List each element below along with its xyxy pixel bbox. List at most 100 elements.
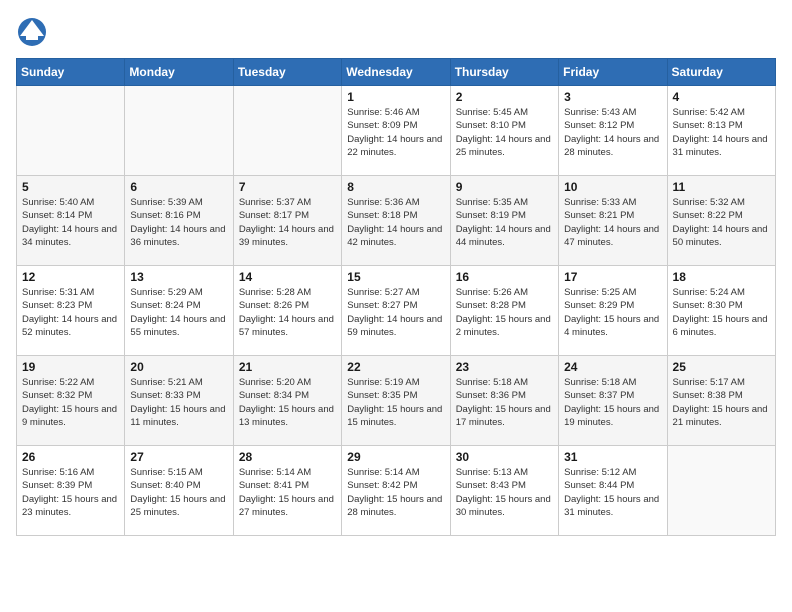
day-cell-1: 1 Sunrise: 5:46 AMSunset: 8:09 PMDaylight… xyxy=(342,86,450,176)
day-info: Sunrise: 5:28 AMSunset: 8:26 PMDaylight:… xyxy=(239,286,336,339)
day-cell-26: 26 Sunrise: 5:16 AMSunset: 8:39 PMDayligh… xyxy=(17,446,125,536)
day-cell-31: 31 Sunrise: 5:12 AMSunset: 8:44 PMDayligh… xyxy=(559,446,667,536)
day-cell-23: 23 Sunrise: 5:18 AMSunset: 8:36 PMDayligh… xyxy=(450,356,558,446)
day-cell-21: 21 Sunrise: 5:20 AMSunset: 8:34 PMDayligh… xyxy=(233,356,341,446)
empty-cell xyxy=(233,86,341,176)
day-number: 12 xyxy=(22,270,119,284)
day-info: Sunrise: 5:40 AMSunset: 8:14 PMDaylight:… xyxy=(22,196,119,249)
day-info: Sunrise: 5:22 AMSunset: 8:32 PMDaylight:… xyxy=(22,376,119,429)
day-number: 3 xyxy=(564,90,661,104)
day-header-friday: Friday xyxy=(559,59,667,86)
day-number: 16 xyxy=(456,270,553,284)
day-info: Sunrise: 5:39 AMSunset: 8:16 PMDaylight:… xyxy=(130,196,227,249)
day-cell-28: 28Sunrise: 5:14 AMSunset: 8:41 PMDayligh… xyxy=(233,446,341,536)
day-number: 14 xyxy=(239,270,336,284)
day-cell-4: 4 Sunrise: 5:42 AMSunset: 8:13 PMDaylight… xyxy=(667,86,775,176)
day-number: 24 xyxy=(564,360,661,374)
day-info: Sunrise: 5:14 AMSunset: 8:42 PMDaylight:… xyxy=(347,466,444,519)
day-cell-17: 17 Sunrise: 5:25 AMSunset: 8:29 PMDayligh… xyxy=(559,266,667,356)
day-info: Sunrise: 5:19 AMSunset: 8:35 PMDaylight:… xyxy=(347,376,444,429)
day-number: 17 xyxy=(564,270,661,284)
day-info: Sunrise: 5:12 AMSunset: 8:44 PMDaylight:… xyxy=(564,466,661,519)
day-number: 15 xyxy=(347,270,444,284)
day-cell-14: 14 Sunrise: 5:28 AMSunset: 8:26 PMDayligh… xyxy=(233,266,341,356)
day-info: Sunrise: 5:37 AMSunset: 8:17 PMDaylight:… xyxy=(239,196,336,249)
day-info: Sunrise: 5:42 AMSunset: 8:13 PMDaylight:… xyxy=(673,106,770,159)
day-info: Sunrise: 5:35 AMSunset: 8:19 PMDaylight:… xyxy=(456,196,553,249)
day-cell-19: 19 Sunrise: 5:22 AMSunset: 8:32 PMDayligh… xyxy=(17,356,125,446)
day-cell-9: 9 Sunrise: 5:35 AMSunset: 8:19 PMDaylight… xyxy=(450,176,558,266)
day-info: Sunrise: 5:15 AMSunset: 8:40 PMDaylight:… xyxy=(130,466,227,519)
day-info: Sunrise: 5:21 AMSunset: 8:33 PMDaylight:… xyxy=(130,376,227,429)
day-cell-25: 25 Sunrise: 5:17 AMSunset: 8:38 PMDayligh… xyxy=(667,356,775,446)
day-info: Sunrise: 5:27 AMSunset: 8:27 PMDaylight:… xyxy=(347,286,444,339)
page-header xyxy=(16,16,776,48)
day-info: Sunrise: 5:18 AMSunset: 8:37 PMDaylight:… xyxy=(564,376,661,429)
day-number: 1 xyxy=(347,90,444,104)
week-row-2: 5 Sunrise: 5:40 AMSunset: 8:14 PMDaylight… xyxy=(17,176,776,266)
day-number: 19 xyxy=(22,360,119,374)
day-number: 5 xyxy=(22,180,119,194)
day-info: Sunrise: 5:25 AMSunset: 8:29 PMDaylight:… xyxy=(564,286,661,339)
day-number: 22 xyxy=(347,360,444,374)
day-number: 6 xyxy=(130,180,227,194)
day-number: 26 xyxy=(22,450,119,464)
day-info: Sunrise: 5:45 AMSunset: 8:10 PMDaylight:… xyxy=(456,106,553,159)
day-cell-12: 12 Sunrise: 5:31 AMSunset: 8:23 PMDayligh… xyxy=(17,266,125,356)
day-info: Sunrise: 5:32 AMSunset: 8:22 PMDaylight:… xyxy=(673,196,770,249)
day-header-wednesday: Wednesday xyxy=(342,59,450,86)
day-info: Sunrise: 5:14 AMSunset: 8:41 PMDaylight:… xyxy=(239,466,336,519)
day-cell-6: 6 Sunrise: 5:39 AMSunset: 8:16 PMDaylight… xyxy=(125,176,233,266)
week-row-1: 1 Sunrise: 5:46 AMSunset: 8:09 PMDaylight… xyxy=(17,86,776,176)
day-info: Sunrise: 5:20 AMSunset: 8:34 PMDaylight:… xyxy=(239,376,336,429)
calendar-header-row: SundayMondayTuesdayWednesdayThursdayFrid… xyxy=(17,59,776,86)
day-cell-15: 15 Sunrise: 5:27 AMSunset: 8:27 PMDayligh… xyxy=(342,266,450,356)
day-cell-30: 30Sunrise: 5:13 AMSunset: 8:43 PMDayligh… xyxy=(450,446,558,536)
day-header-saturday: Saturday xyxy=(667,59,775,86)
day-number: 25 xyxy=(673,360,770,374)
day-cell-24: 24 Sunrise: 5:18 AMSunset: 8:37 PMDayligh… xyxy=(559,356,667,446)
day-info: Sunrise: 5:29 AMSunset: 8:24 PMDaylight:… xyxy=(130,286,227,339)
day-cell-18: 18Sunrise: 5:24 AMSunset: 8:30 PMDayligh… xyxy=(667,266,775,356)
day-number: 7 xyxy=(239,180,336,194)
day-number: 20 xyxy=(130,360,227,374)
day-info: Sunrise: 5:46 AMSunset: 8:09 PMDaylight:… xyxy=(347,106,444,159)
day-number: 29 xyxy=(347,450,444,464)
day-number: 10 xyxy=(564,180,661,194)
logo xyxy=(16,16,52,48)
day-number: 11 xyxy=(673,180,770,194)
day-info: Sunrise: 5:31 AMSunset: 8:23 PMDaylight:… xyxy=(22,286,119,339)
day-info: Sunrise: 5:18 AMSunset: 8:36 PMDaylight:… xyxy=(456,376,553,429)
day-cell-13: 13 Sunrise: 5:29 AMSunset: 8:24 PMDayligh… xyxy=(125,266,233,356)
day-number: 23 xyxy=(456,360,553,374)
day-cell-20: 20 Sunrise: 5:21 AMSunset: 8:33 PMDayligh… xyxy=(125,356,233,446)
week-row-3: 12 Sunrise: 5:31 AMSunset: 8:23 PMDayligh… xyxy=(17,266,776,356)
day-info: Sunrise: 5:36 AMSunset: 8:18 PMDaylight:… xyxy=(347,196,444,249)
day-info: Sunrise: 5:24 AMSunset: 8:30 PMDaylight:… xyxy=(673,286,770,339)
day-info: Sunrise: 5:16 AMSunset: 8:39 PMDaylight:… xyxy=(22,466,119,519)
day-cell-27: 27 Sunrise: 5:15 AMSunset: 8:40 PMDayligh… xyxy=(125,446,233,536)
day-cell-16: 16 Sunrise: 5:26 AMSunset: 8:28 PMDayligh… xyxy=(450,266,558,356)
day-info: Sunrise: 5:17 AMSunset: 8:38 PMDaylight:… xyxy=(673,376,770,429)
day-number: 21 xyxy=(239,360,336,374)
day-header-monday: Monday xyxy=(125,59,233,86)
day-number: 4 xyxy=(673,90,770,104)
day-cell-7: 7 Sunrise: 5:37 AMSunset: 8:17 PMDaylight… xyxy=(233,176,341,266)
empty-cell xyxy=(125,86,233,176)
day-cell-10: 10Sunrise: 5:33 AMSunset: 8:21 PMDayligh… xyxy=(559,176,667,266)
day-info: Sunrise: 5:13 AMSunset: 8:43 PMDaylight:… xyxy=(456,466,553,519)
day-cell-22: 22 Sunrise: 5:19 AMSunset: 8:35 PMDayligh… xyxy=(342,356,450,446)
day-number: 13 xyxy=(130,270,227,284)
day-number: 31 xyxy=(564,450,661,464)
day-cell-11: 11 Sunrise: 5:32 AMSunset: 8:22 PMDayligh… xyxy=(667,176,775,266)
day-cell-29: 29 Sunrise: 5:14 AMSunset: 8:42 PMDayligh… xyxy=(342,446,450,536)
day-header-tuesday: Tuesday xyxy=(233,59,341,86)
day-header-thursday: Thursday xyxy=(450,59,558,86)
logo-icon xyxy=(16,16,48,48)
week-row-5: 26 Sunrise: 5:16 AMSunset: 8:39 PMDayligh… xyxy=(17,446,776,536)
day-number: 9 xyxy=(456,180,553,194)
day-info: Sunrise: 5:26 AMSunset: 8:28 PMDaylight:… xyxy=(456,286,553,339)
day-number: 27 xyxy=(130,450,227,464)
day-info: Sunrise: 5:43 AMSunset: 8:12 PMDaylight:… xyxy=(564,106,661,159)
day-cell-2: 2Sunrise: 5:45 AMSunset: 8:10 PMDaylight… xyxy=(450,86,558,176)
